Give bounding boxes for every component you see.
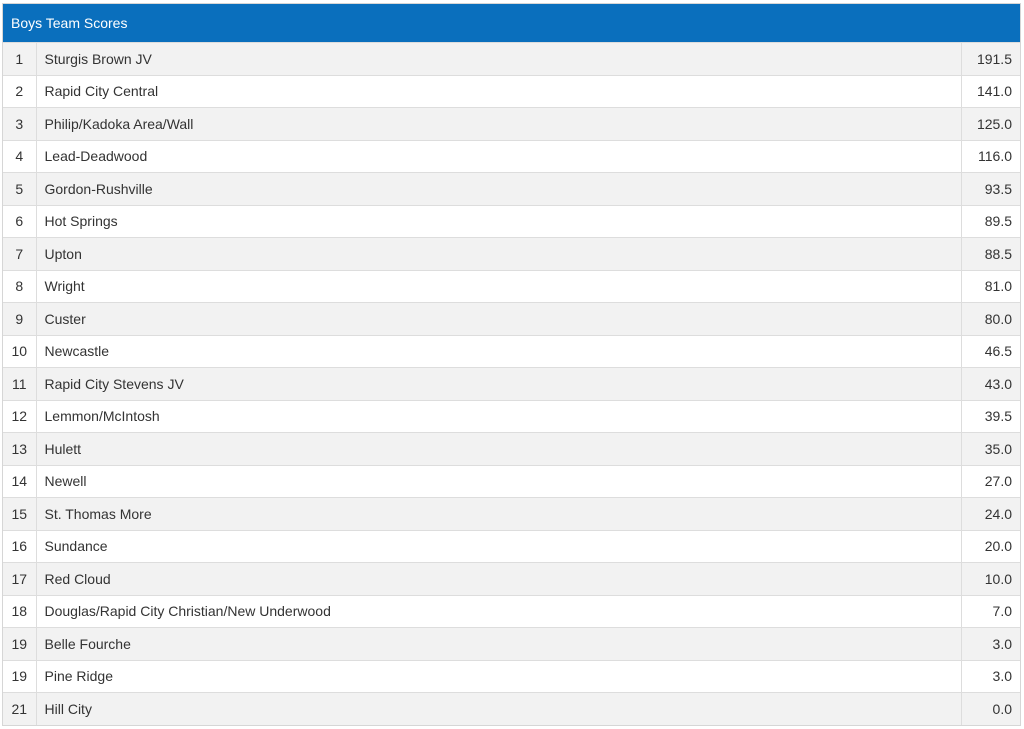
team-name-cell: Belle Fourche: [36, 627, 961, 660]
team-scores-table: 1 Sturgis Brown JV 191.5 2 Rapid City Centra…: [3, 42, 1020, 725]
table-row: 6 Hot Springs 89.5: [3, 204, 1020, 238]
score-cell: 35.0: [960, 432, 1020, 465]
team-name-cell: Upton: [36, 237, 961, 270]
table-row: 12 Lemmon/McIntosh 39.5: [3, 399, 1020, 433]
team-name-cell: Philip/Kadoka Area/Wall: [36, 107, 961, 140]
rank-cell: 14: [3, 464, 37, 498]
rank-cell: 19: [3, 659, 37, 693]
rank-cell: 10: [3, 334, 37, 368]
rank-cell: 7: [3, 237, 37, 270]
team-name-cell: Lead-Deadwood: [36, 139, 961, 173]
table-row: 5 Gordon-Rushville 93.5: [3, 172, 1020, 205]
table-row: 4 Lead-Deadwood 116.0: [3, 139, 1020, 173]
table-row: 21 Hill City 0.0: [3, 692, 1020, 725]
table-row: 14 Newell 27.0: [3, 464, 1020, 498]
rank-cell: 5: [3, 172, 37, 205]
table-row: 17 Red Cloud 10.0: [3, 562, 1020, 595]
table-row: 10 Newcastle 46.5: [3, 334, 1020, 368]
rank-cell: 15: [3, 497, 37, 530]
team-name-cell: Newcastle: [36, 334, 961, 368]
team-name-cell: Newell: [36, 464, 961, 498]
score-cell: 3.0: [960, 659, 1020, 693]
team-name-cell: Gordon-Rushville: [36, 172, 961, 205]
table-row: 9 Custer 80.0: [3, 302, 1020, 335]
table-row: 11 Rapid City Stevens JV 43.0: [3, 367, 1020, 400]
team-name-cell: Hill City: [36, 692, 961, 725]
score-cell: 80.0: [960, 302, 1020, 335]
rank-cell: 8: [3, 269, 37, 303]
team-name-cell: Rapid City Central: [36, 74, 961, 108]
rank-cell: 4: [3, 139, 37, 173]
rank-cell: 12: [3, 399, 37, 433]
rank-cell: 19: [3, 627, 37, 660]
team-name-cell: Hulett: [36, 432, 961, 465]
team-name-cell: Red Cloud: [36, 562, 961, 595]
team-name-cell: Douglas/Rapid City Christian/New Underwo…: [36, 594, 961, 628]
table-row: 8 Wright 81.0: [3, 269, 1020, 303]
score-cell: 46.5: [960, 334, 1020, 368]
team-name-cell: Rapid City Stevens JV: [36, 367, 961, 400]
panel-title: Boys Team Scores: [3, 4, 1020, 42]
table-row: 18 Douglas/Rapid City Christian/New Under…: [3, 594, 1020, 628]
score-cell: 3.0: [960, 627, 1020, 660]
score-cell: 81.0: [960, 269, 1020, 303]
table-row: 19 Pine Ridge 3.0: [3, 659, 1020, 693]
score-cell: 27.0: [960, 464, 1020, 498]
rank-cell: 21: [3, 692, 37, 725]
score-cell: 191.5: [960, 42, 1020, 75]
table-row: 16 Sundance 20.0: [3, 529, 1020, 563]
table-row: 1 Sturgis Brown JV 191.5: [3, 42, 1020, 75]
rank-cell: 6: [3, 204, 37, 238]
rank-cell: 13: [3, 432, 37, 465]
score-cell: 10.0: [960, 562, 1020, 595]
score-cell: 125.0: [960, 107, 1020, 140]
table-row: 15 St. Thomas More 24.0: [3, 497, 1020, 530]
rank-cell: 18: [3, 594, 37, 628]
team-scores-panel: Boys Team Scores 1 Sturgis Brown JV 191.5 2…: [2, 3, 1021, 726]
score-cell: 88.5: [960, 237, 1020, 270]
table-row: 13 Hulett 35.0: [3, 432, 1020, 465]
table-row: 19 Belle Fourche 3.0: [3, 627, 1020, 660]
team-name-cell: St. Thomas More: [36, 497, 961, 530]
team-name-cell: Custer: [36, 302, 961, 335]
team-name-cell: Sturgis Brown JV: [36, 42, 961, 75]
score-cell: 20.0: [960, 529, 1020, 563]
table-row: 7 Upton 88.5: [3, 237, 1020, 270]
score-cell: 93.5: [960, 172, 1020, 205]
score-cell: 141.0: [960, 74, 1020, 108]
score-cell: 39.5: [960, 399, 1020, 433]
rank-cell: 9: [3, 302, 37, 335]
team-name-cell: Sundance: [36, 529, 961, 563]
team-name-cell: Pine Ridge: [36, 659, 961, 693]
score-cell: 24.0: [960, 497, 1020, 530]
rank-cell: 1: [3, 42, 37, 75]
rank-cell: 2: [3, 74, 37, 108]
rank-cell: 17: [3, 562, 37, 595]
score-cell: 0.0: [960, 692, 1020, 725]
score-cell: 7.0: [960, 594, 1020, 628]
rank-cell: 16: [3, 529, 37, 563]
team-name-cell: Wright: [36, 269, 961, 303]
score-cell: 116.0: [960, 139, 1020, 173]
rank-cell: 3: [3, 107, 37, 140]
score-cell: 89.5: [960, 204, 1020, 238]
table-body: 1 Sturgis Brown JV 191.5 2 Rapid City Centra…: [3, 42, 1020, 725]
score-cell: 43.0: [960, 367, 1020, 400]
rank-cell: 11: [3, 367, 37, 400]
table-row: 3 Philip/Kadoka Area/Wall 125.0: [3, 107, 1020, 140]
team-name-cell: Lemmon/McIntosh: [36, 399, 961, 433]
table-row: 2 Rapid City Central 141.0: [3, 74, 1020, 108]
team-name-cell: Hot Springs: [36, 204, 961, 238]
